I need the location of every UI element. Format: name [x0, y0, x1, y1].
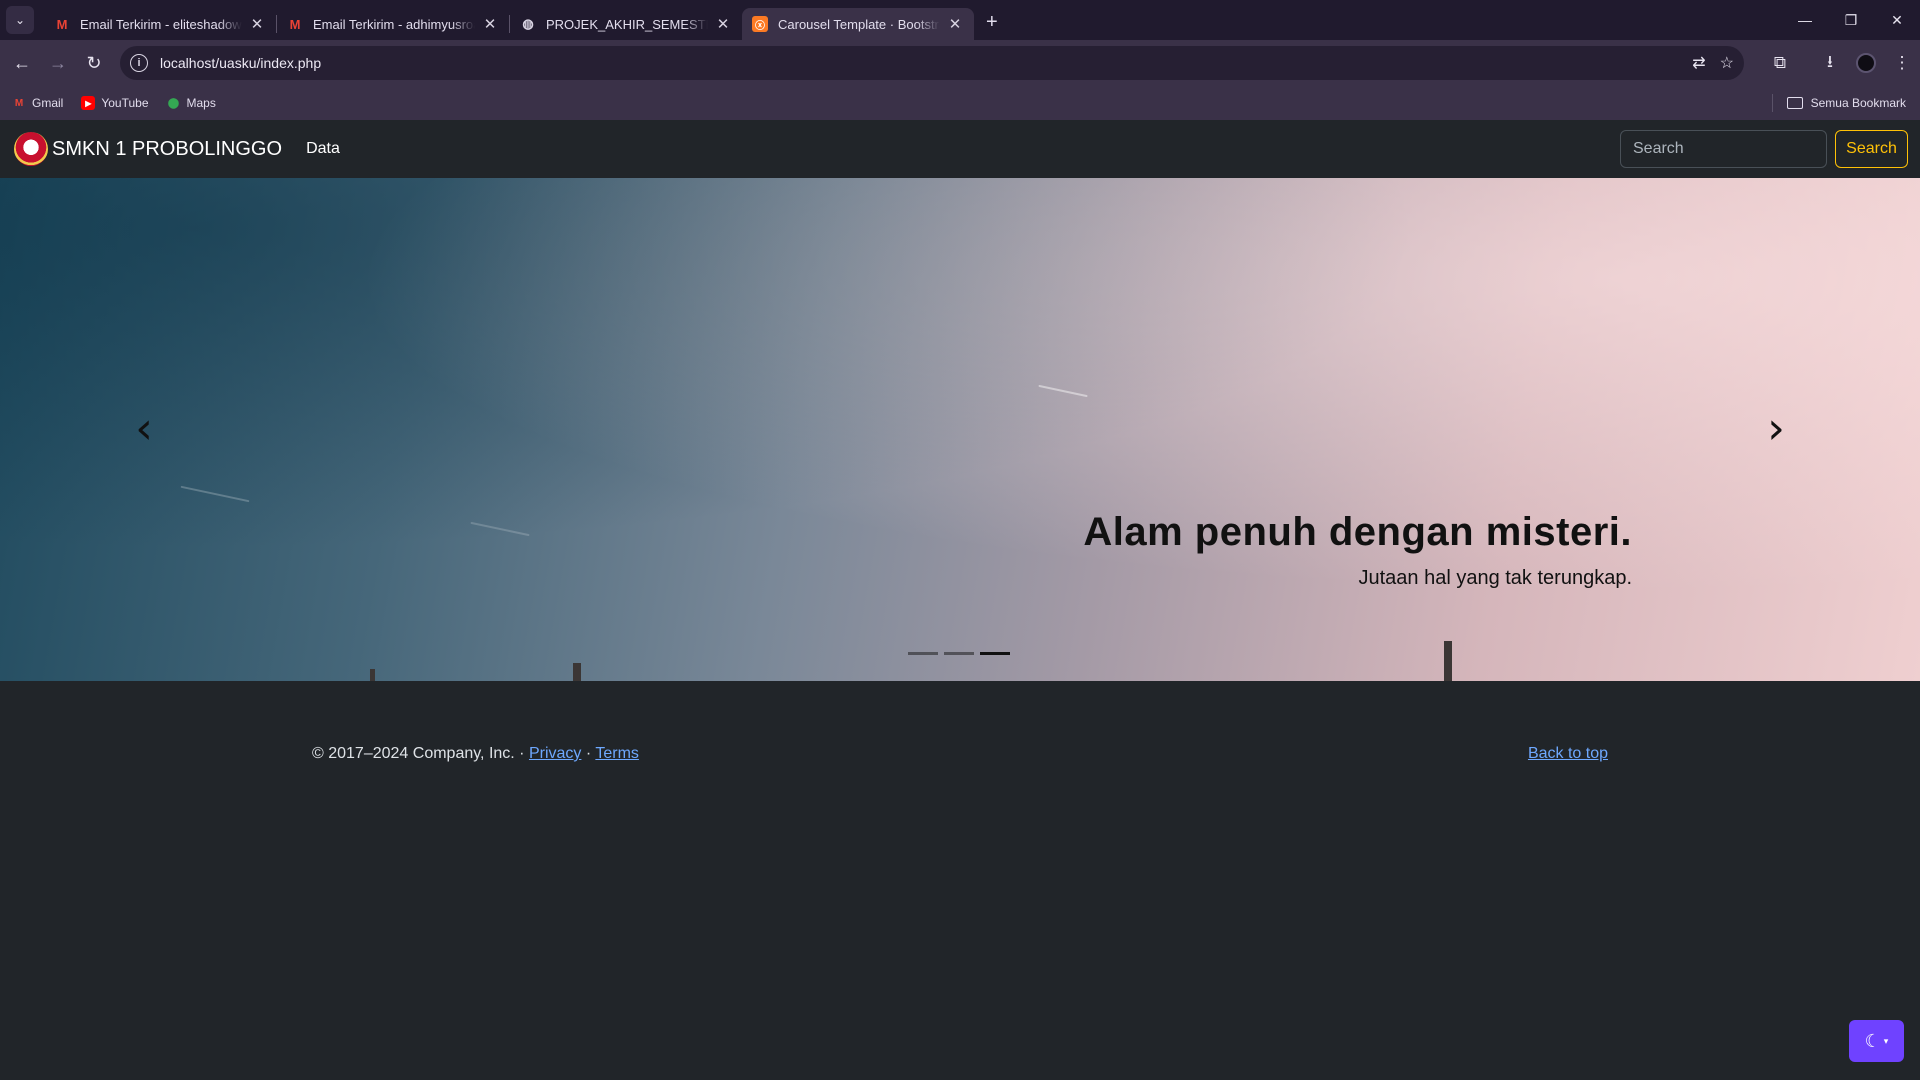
download-icon[interactable]: ⭳ — [1812, 45, 1848, 81]
back-to-top-link[interactable]: Back to top — [1528, 745, 1608, 763]
all-bookmarks-label: Semua Bookmark — [1810, 96, 1906, 110]
browser-tab[interactable]: M Email Terkirim - adhimyusroa@ ✕ — [277, 8, 509, 40]
bookmark-youtube[interactable]: ▶ YouTube — [81, 96, 149, 110]
search-form: Search — [1620, 130, 1908, 168]
sky-background — [0, 178, 1920, 681]
tab-title: PROJEK_AKHIR_SEMESTER_2024 — [546, 16, 708, 32]
bookmark-label: Gmail — [32, 96, 64, 110]
browser-tab-bar: ⌄ M Email Terkirim - eliteshadowspy ✕ M … — [0, 0, 1920, 40]
hero-carousel: ‹ › Alam penuh dengan misteri. Jutaan ha… — [0, 178, 1920, 681]
translate-icon[interactable]: ⇄ — [1692, 53, 1705, 73]
copyright-text: © 2017–2024 Company, Inc. · — [312, 745, 525, 762]
close-window-icon[interactable]: ✕ — [1874, 0, 1920, 40]
gmail-icon: M — [56, 16, 68, 32]
all-bookmarks[interactable]: Semua Bookmark — [1771, 86, 1906, 120]
carousel-next-button[interactable]: › — [1756, 403, 1796, 454]
folder-icon — [1786, 97, 1803, 109]
bookmark-label: YouTube — [101, 96, 149, 110]
address-bar[interactable]: i localhost/uasku/index.php ⇄ ☆ — [120, 46, 1744, 80]
footer-dot: · — [585, 745, 592, 762]
carousel-indicator[interactable] — [908, 652, 938, 655]
maps-icon: ⬤ — [167, 97, 180, 109]
xampp-icon: ⓧ — [752, 16, 768, 32]
theme-toggle-button[interactable]: ☾ ▾ — [1849, 1020, 1904, 1062]
tab-title: Carousel Template · Bootstrap v5 — [778, 16, 940, 32]
restore-icon[interactable]: ❐ — [1828, 0, 1874, 40]
extensions-icon[interactable]: ⧉ — [1762, 45, 1798, 81]
carousel-indicators — [908, 652, 1010, 655]
window-controls: — ❐ ✕ — [1782, 0, 1920, 40]
page-footer: © 2017–2024 Company, Inc. · Privacy · Te… — [312, 745, 1608, 763]
reload-icon[interactable]: ↻ — [76, 45, 112, 81]
new-tab-button[interactable]: + — [986, 11, 998, 34]
youtube-icon: ▶ — [81, 96, 96, 110]
bookmark-maps[interactable]: ⬤ Maps — [167, 96, 216, 110]
wind-turbine — [370, 669, 375, 681]
carousel-caption: Alam penuh dengan misteri. Jutaan hal ya… — [1083, 510, 1632, 590]
navbar-brand[interactable]: SMKN 1 PROBOLINGGO — [52, 138, 282, 161]
avatar-icon — [1856, 53, 1876, 73]
site-info-icon[interactable]: i — [130, 54, 148, 72]
search-button[interactable]: Search — [1835, 130, 1908, 168]
carousel-heading: Alam penuh dengan misteri. — [1083, 510, 1632, 554]
carousel-prev-button[interactable]: ‹ — [124, 403, 164, 454]
carousel-subtext: Jutaan hal yang tak terungkap. — [1358, 567, 1632, 589]
bookmark-star-icon[interactable]: ☆ — [1720, 53, 1734, 73]
carousel-indicator[interactable] — [944, 652, 974, 655]
globe-icon: ◍ — [522, 16, 534, 31]
close-icon[interactable]: ✕ — [481, 15, 499, 33]
wind-turbine — [1444, 641, 1452, 681]
footer-copyright-line: © 2017–2024 Company, Inc. · Privacy · Te… — [312, 745, 639, 763]
chevron-down-icon: ▾ — [1883, 1035, 1889, 1046]
bookmark-gmail[interactable]: M Gmail — [12, 96, 64, 110]
address-url[interactable]: localhost/uasku/index.php — [160, 55, 321, 71]
search-input[interactable] — [1620, 130, 1827, 168]
tab-title: Email Terkirim - adhimyusroa@ — [313, 16, 475, 32]
gmail-icon: M — [14, 97, 24, 109]
wind-turbine — [573, 663, 581, 681]
back-icon[interactable]: ← — [4, 45, 40, 81]
bookmarks-bar: M Gmail ▶ YouTube ⬤ Maps Semua Bookmark — [0, 86, 1920, 120]
privacy-link[interactable]: Privacy — [529, 745, 581, 762]
close-icon[interactable]: ✕ — [946, 15, 964, 33]
minimize-icon[interactable]: — — [1782, 0, 1828, 40]
bookmark-label: Maps — [186, 96, 216, 110]
forward-icon[interactable]: → — [40, 45, 76, 81]
tab-title: Email Terkirim - eliteshadowspy — [80, 16, 242, 32]
moon-icon: ☾ — [1864, 1030, 1881, 1051]
browser-tab-active[interactable]: ⓧ Carousel Template · Bootstrap v5 ✕ — [742, 8, 974, 40]
nav-link-data[interactable]: Data — [306, 140, 340, 158]
browser-tab[interactable]: M Email Terkirim - eliteshadowspy ✕ — [44, 8, 276, 40]
browser-tab[interactable]: ◍ PROJEK_AKHIR_SEMESTER_2024 ✕ — [510, 8, 742, 40]
terms-link[interactable]: Terms — [595, 745, 639, 762]
gmail-icon: M — [289, 16, 301, 32]
tab-search-button[interactable]: ⌄ — [6, 6, 34, 34]
profile-avatar[interactable] — [1848, 45, 1884, 81]
carousel-indicator-active[interactable] — [980, 652, 1010, 655]
menu-kebab-icon[interactable]: ⋮ — [1884, 45, 1920, 81]
browser-toolbar: ← → ↻ i localhost/uasku/index.php ⇄ ☆ ⧉ … — [0, 40, 1920, 86]
school-logo[interactable] — [14, 132, 48, 166]
site-navbar: SMKN 1 PROBOLINGGO Data Search — [0, 120, 1920, 178]
close-icon[interactable]: ✕ — [714, 15, 732, 33]
bookmark-separator — [1771, 94, 1773, 112]
close-icon[interactable]: ✕ — [248, 15, 266, 33]
